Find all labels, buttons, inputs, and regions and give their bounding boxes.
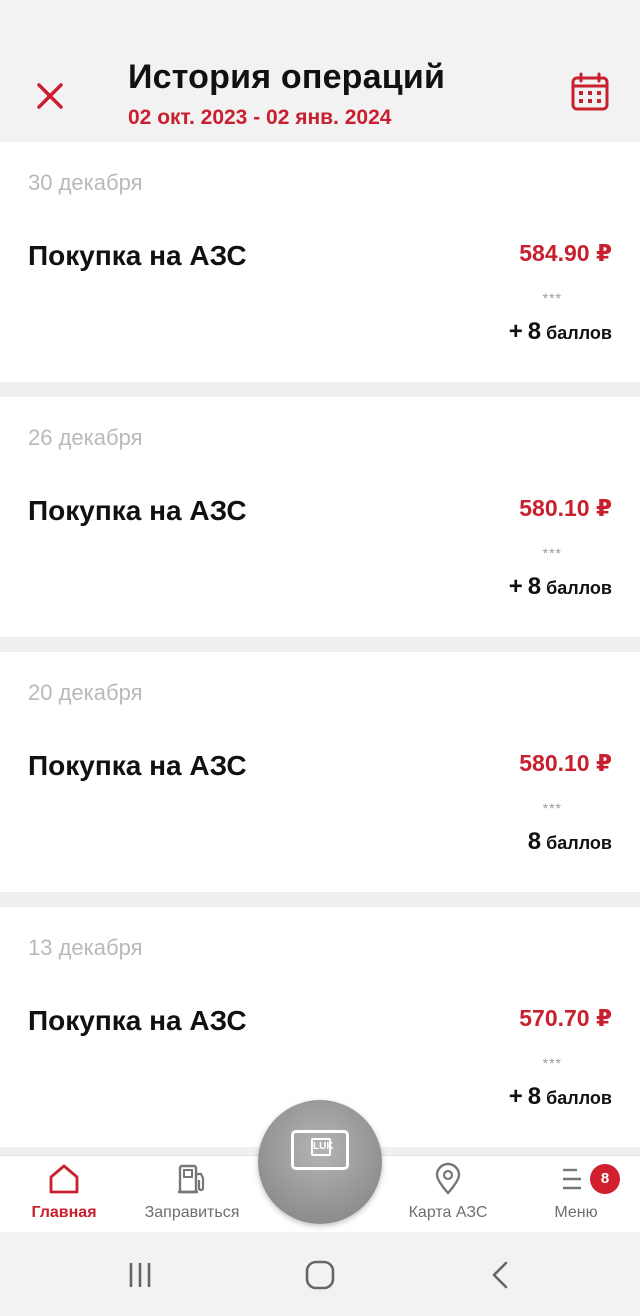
nav-refuel[interactable]: Заправиться [128, 1156, 256, 1233]
nav-home-label: Главная [31, 1204, 97, 1221]
transaction-date: 13 декабря [28, 935, 143, 960]
points-value: 8 [527, 573, 542, 600]
calendar-icon[interactable] [568, 70, 612, 114]
menu-badge: 8 [590, 1164, 620, 1194]
menu-icon [563, 1168, 581, 1190]
header: История операций 02 окт. 2023 - 02 янв. … [0, 40, 640, 142]
card-number-mask: *** [542, 545, 562, 561]
back-icon[interactable] [480, 1260, 520, 1290]
points-unit: баллов [546, 323, 612, 343]
nav-home[interactable]: Главная [0, 1156, 128, 1233]
loyalty-card-button[interactable]: LUK [258, 1100, 382, 1224]
nav-map-label: Карта АЗС [408, 1204, 488, 1221]
transaction-amount: 584.90 ₽ [519, 240, 612, 266]
points-value: 8 [527, 1083, 542, 1110]
transaction-date: 30 декабря [28, 170, 143, 195]
card-number-mask: *** [542, 290, 562, 306]
nav-menu[interactable]: 8 Меню [512, 1156, 640, 1233]
fuel-pump-icon [178, 1164, 205, 1194]
transaction-card[interactable]: 26 декабря Покупка на АЗС 580.10 ₽ *** +… [0, 397, 640, 637]
recent-apps-icon[interactable] [120, 1260, 160, 1290]
points-sign: + [508, 1083, 523, 1110]
loyalty-card-icon: LUK [291, 1130, 349, 1170]
close-icon[interactable] [30, 76, 70, 116]
transaction-title: Покупка на АЗС [28, 750, 247, 781]
home-icon [49, 1164, 79, 1194]
transaction-points: + 8 баллов [509, 1083, 612, 1111]
status-bar [0, 0, 640, 40]
points-unit: баллов [546, 578, 612, 598]
transaction-points: + 8 баллов [509, 573, 612, 601]
date-range[interactable]: 02 окт. 2023 - 02 янв. 2024 [128, 106, 391, 130]
page-title: История операций [128, 58, 446, 96]
transaction-card[interactable]: 20 декабря Покупка на АЗС 580.10 ₽ *** 8… [0, 652, 640, 892]
transaction-title: Покупка на АЗС [28, 495, 247, 526]
points-sign: + [508, 318, 523, 345]
nav-refuel-label: Заправиться [144, 1204, 240, 1221]
points-value: 8 [527, 828, 542, 855]
nav-map[interactable]: Карта АЗС [384, 1156, 512, 1233]
transaction-date: 26 декабря [28, 425, 143, 450]
card-number-mask: *** [542, 800, 562, 816]
transaction-title: Покупка на АЗС [28, 240, 247, 271]
transaction-points: 8 баллов [528, 828, 612, 856]
points-unit: баллов [546, 1088, 612, 1108]
lukoil-logo: LUK [311, 1138, 334, 1156]
map-pin-icon [435, 1162, 461, 1195]
transaction-title: Покупка на АЗС [28, 1005, 247, 1036]
transaction-amount: 580.10 ₽ [519, 750, 612, 776]
nav-menu-label: Меню [554, 1204, 598, 1221]
transaction-amount: 580.10 ₽ [519, 495, 612, 521]
points-unit: баллов [546, 833, 612, 853]
card-number-mask: *** [542, 1055, 562, 1071]
transaction-card[interactable]: 30 декабря Покупка на АЗС 584.90 ₽ *** +… [0, 142, 640, 382]
transaction-points: + 8 баллов [509, 318, 612, 346]
points-sign: + [508, 573, 523, 600]
home-circle-icon[interactable] [300, 1260, 340, 1290]
transaction-date: 20 декабря [28, 680, 143, 705]
transaction-amount: 570.70 ₽ [519, 1005, 612, 1031]
points-value: 8 [527, 318, 542, 345]
system-navigation-bar [0, 1232, 640, 1316]
